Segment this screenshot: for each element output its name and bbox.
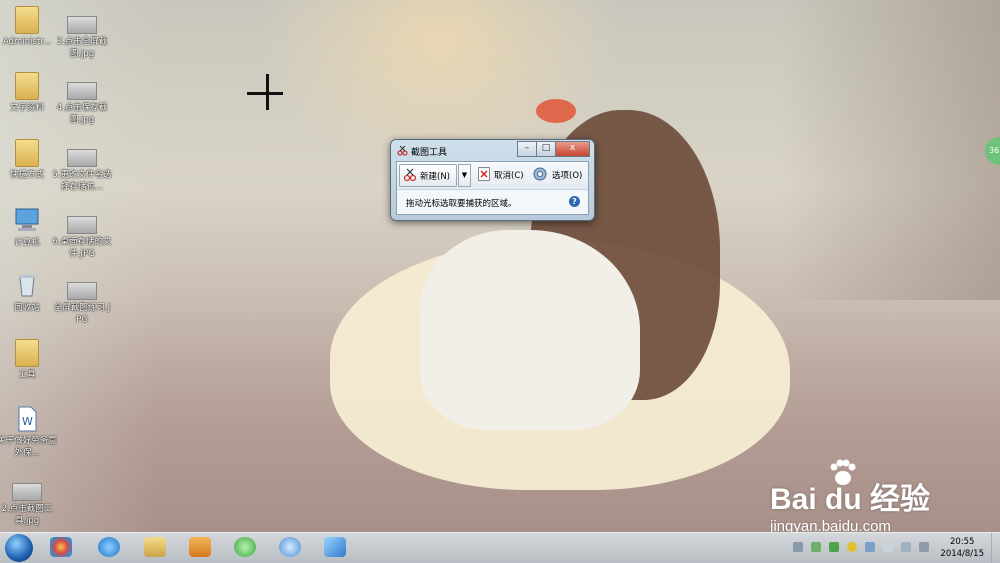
scissors-icon [403,168,417,182]
image-file-icon [67,16,97,34]
background-trees [780,0,1000,300]
desktop-icon-label: 全屏截图练习.JPG [53,303,111,325]
taskbar: 20:55 2014/8/15 [0,532,1000,563]
desktop-icon-file-6[interactable]: 6.桌面存储的文件.JPG [52,210,112,260]
recycle-bin-icon [12,272,42,300]
show-desktop-button[interactable] [991,533,1000,563]
wallpaper-flower [536,99,576,123]
desktop-icon-label: 3.点击全屏截图.jpg [56,37,108,59]
taskbar-360-icon[interactable] [44,535,78,561]
bird-icon[interactable] [318,535,352,561]
desktop-icon-label: 关于做好劳务意外保... [0,436,57,458]
desktop-icon-file-5[interactable]: 5.更改文件名选择存储位... [52,143,112,193]
desktop-icon-label: 回收站 [14,303,40,313]
desktop-icon-file-2[interactable]: 2.点击截图工具.jpg [0,477,57,527]
desktop-icon-label: 5.更改文件名选择存储位... [52,170,112,192]
computer-icon [12,207,42,235]
snipping-tool-client: 新建(N) ▼ 取消(C) 选项(O) 拖动光标选取要捕获的区域。 ? [396,161,589,215]
image-file-icon [67,282,97,300]
user-folder-icon [15,6,39,34]
new-snip-label: 新建(N) [420,172,450,182]
crosshair-cursor-icon [266,74,269,110]
window-title: 截图工具 [411,148,448,158]
desktop-icon-recycle-bin[interactable]: 回收站 [0,272,57,314]
image-file-icon [12,483,42,501]
image-file-icon [67,82,97,100]
clock-time: 20:55 [949,537,975,547]
folder-icon [15,72,39,100]
maximize-button[interactable]: □ [536,141,556,157]
close-button[interactable]: x [555,141,590,157]
desktop-icon-label: 4.点击保存截图.jpg [56,103,108,125]
desktop-icon-administrator[interactable]: Administr... [0,6,57,48]
volume-icon[interactable] [919,542,929,552]
cancel-label: 取消(C) [494,171,524,181]
system-clock[interactable]: 20:55 2014/8/15 [940,536,984,560]
desktop-icon-label: 6.桌面存储的文件.JPG [52,237,112,259]
cancel-button[interactable]: 取消(C) [476,166,536,184]
watermark-url: jingyan.baidu.com [770,518,891,532]
start-orb-icon[interactable] [5,534,33,562]
chat-icon[interactable] [273,535,307,561]
360-browser-icon[interactable] [228,535,262,561]
desktop-icon-file-4[interactable]: 4.点击保存截图.jpg [52,76,112,126]
snipping-tool-window[interactable]: 截图工具 – □ x 新建(N) ▼ 取消(C) 选项(O) 拖动光标选取要捕获… [390,139,595,221]
image-file-icon [67,149,97,167]
desktop-icon-file-practice[interactable]: 全屏截图练习.JPG [52,276,112,326]
snip-mode-dropdown[interactable]: ▼ [458,164,471,187]
desktop-icon-label: 快捷方式 [9,170,44,180]
scissors-icon [397,145,408,156]
desktop-icon-label: 计算机 [14,238,40,248]
desktop-icon-label: 文字资料 [9,103,44,113]
tray-device-icon[interactable] [883,542,893,552]
media-player-icon[interactable] [183,535,217,561]
desktop-icon-label: Administr... [2,37,52,47]
folder-icon [15,339,39,367]
tray-security-icon[interactable] [847,542,857,552]
image-file-icon [67,216,97,234]
bluetooth-icon[interactable] [865,542,875,552]
cancel-x-icon [478,167,490,181]
desktop-icon-label: 2.点击截图工具.jpg [1,504,53,526]
baidu-jingyan-watermark: Bai du 经验 [770,483,931,516]
tray-network-icon[interactable] [793,542,803,552]
signal-icon[interactable] [901,542,911,552]
gear-icon [533,167,547,181]
minimize-button[interactable]: – [517,141,537,157]
desktop-icon-text-folder[interactable]: 文字资料 [0,72,57,114]
instruction-text: 拖动光标选取要捕获的区域。 [406,199,517,209]
desktop-icon-tools[interactable]: 工具 [0,339,57,381]
new-snip-button[interactable]: 新建(N) [399,164,457,187]
desktop-icon-document[interactable]: W 关于做好劳务意外保... [0,405,57,459]
explorer-icon[interactable] [138,535,172,561]
toolbar: 新建(N) ▼ 取消(C) 选项(O) [397,162,588,190]
clock-date: 2014/8/15 [940,549,984,559]
folder-icon [15,139,39,167]
desktop-icon-label: 工具 [18,370,36,380]
svg-text:W: W [22,415,33,428]
desktop-background: Administr... 3.点击全屏截图.jpg 文字资料 4.点击保存截图.… [0,0,1000,532]
tray-app-icon[interactable] [829,542,839,552]
tray-app-icon[interactable] [811,542,821,552]
help-icon[interactable]: ? [569,196,580,207]
crosshair-cursor-icon [247,92,283,95]
ie-icon[interactable] [92,535,126,561]
word-document-icon: W [12,405,42,433]
desktop-icon-computer[interactable]: 计算机 [0,207,57,249]
desktop-icon-file-3[interactable]: 3.点击全屏截图.jpg [52,10,112,60]
wallpaper-sweater [420,230,640,430]
options-label: 选项(O) [552,171,583,181]
options-button[interactable]: 选项(O) [532,166,586,184]
desktop-icon-shortcuts[interactable]: 快捷方式 [0,139,57,181]
